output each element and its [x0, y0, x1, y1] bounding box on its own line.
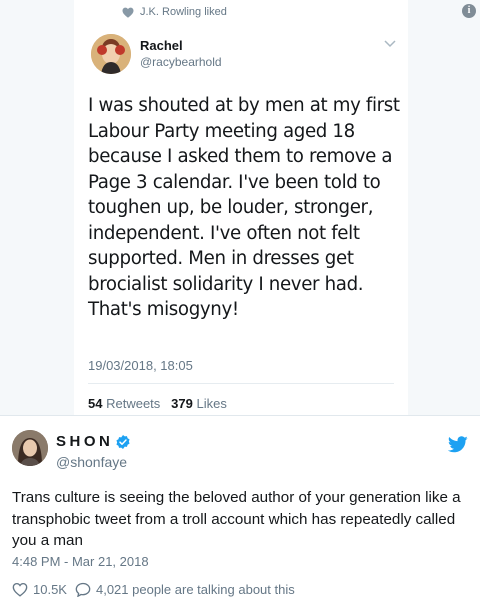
avatar[interactable]: [12, 430, 48, 466]
embedded-tweet-screenshot: i J.K. Rowling liked Rachel @racybearhol…: [0, 0, 480, 415]
divider: [88, 383, 394, 384]
tweet-timestamp[interactable]: 4:48 PM - Mar 21, 2018: [12, 554, 149, 569]
tweet-text: I was shouted at by men at my first Labo…: [88, 95, 400, 320]
comment-icon: [75, 582, 91, 597]
tweet-author-name[interactable]: SHON: [56, 433, 131, 450]
author-name-text[interactable]: SHON: [56, 433, 113, 450]
tweet-author-name[interactable]: Rachel: [140, 38, 183, 53]
retweets-count[interactable]: 54: [88, 396, 102, 411]
chevron-down-icon[interactable]: [384, 40, 396, 48]
avatar[interactable]: [91, 34, 131, 74]
retweets-label[interactable]: Retweets: [106, 396, 160, 411]
tweet-actions: 10.5K 4,021 people are talking about thi…: [12, 582, 303, 597]
heart-icon: [122, 7, 134, 18]
likes-count[interactable]: 379: [171, 396, 193, 411]
talking-about-text: 4,021 people are talking about this: [95, 582, 295, 597]
like-button[interactable]: 10.5K: [12, 582, 67, 597]
tweet-text: Trans culture is seeing the beloved auth…: [12, 489, 461, 549]
liked-by-label: J.K. Rowling liked: [140, 6, 227, 18]
heart-icon: [12, 582, 28, 597]
verified-badge-icon: [116, 434, 130, 449]
tweet-date[interactable]: 19/03/2018, 18:05: [88, 358, 193, 373]
likes-label[interactable]: Likes: [196, 396, 226, 411]
liked-by-row: J.K. Rowling liked: [122, 6, 227, 18]
reply-button[interactable]: 4,021 people are talking about this: [75, 582, 295, 597]
liked-tweet-card: J.K. Rowling liked Rachel @racybearhold …: [74, 0, 408, 415]
tweet-author-handle[interactable]: @racybearhold: [140, 55, 222, 69]
tweet-author-handle[interactable]: @shonfaye: [56, 454, 127, 470]
outer-tweet: SHON @shonfaye Trans culture is seeing t…: [0, 415, 480, 600]
info-icon[interactable]: i: [462, 4, 476, 18]
tweet-stats: 54 Retweets 379 Likes: [88, 396, 227, 411]
twitter-bird-icon[interactable]: [448, 436, 468, 453]
likes-count: 10.5K: [33, 582, 67, 597]
